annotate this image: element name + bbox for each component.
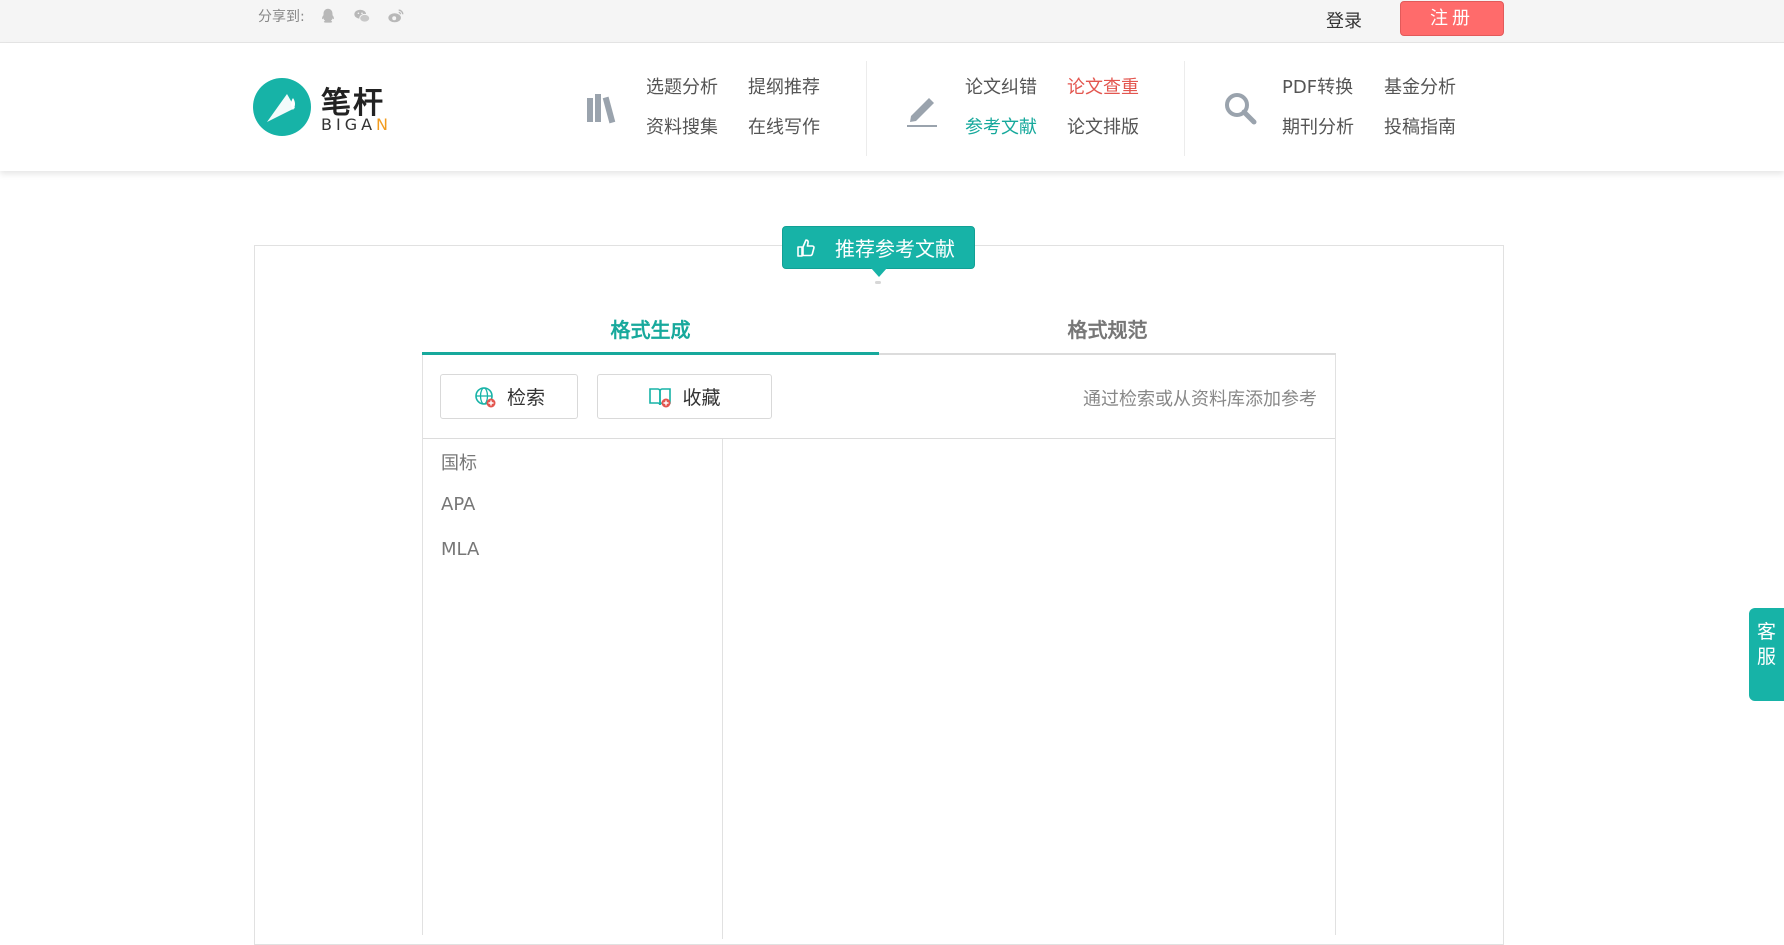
badge-label: 推荐参考文献 <box>835 237 955 261</box>
nav-journal-analysis[interactable]: 期刊分析 <box>1282 113 1384 139</box>
nav-topic-analysis[interactable]: 选题分析 <box>646 73 748 99</box>
format-item-mla[interactable]: MLA <box>441 539 479 560</box>
share-label: 分享到: <box>258 9 305 25</box>
toolbar-hint: 通过检索或从资料库添加参考 <box>1083 389 1317 410</box>
nav-paper-format[interactable]: 论文排版 <box>1067 113 1167 139</box>
nav-material-collect[interactable]: 资料搜集 <box>646 113 748 139</box>
nav-fund-analysis[interactable]: 基金分析 <box>1384 73 1484 99</box>
recommend-references-badge[interactable]: 推荐参考文献 <box>782 226 975 277</box>
main-header: 笔杆 BIGAN 选题分析 提纲推荐 资料搜集 在线写作 论文纠错 论文查重 参… <box>0 43 1784 171</box>
login-link[interactable]: 登录 <box>1326 7 1362 33</box>
wechat-icon[interactable] <box>353 7 371 25</box>
nav-plagiarism-check[interactable]: 论文查重 <box>1067 73 1167 99</box>
top-bar: 分享到: 登录 注册 <box>0 0 1784 43</box>
nav-links-tools: PDF转换 基金分析 期刊分析 投稿指南 <box>1282 73 1482 139</box>
format-tabs: 格式生成 格式规范 <box>422 303 1336 355</box>
badge-pointer-shadow <box>875 281 881 284</box>
logo-mark <box>253 78 311 136</box>
share-bar: 分享到: <box>258 6 421 26</box>
register-button[interactable]: 注册 <box>1400 1 1504 36</box>
nav-links-research: 选题分析 提纲推荐 资料搜集 在线写作 <box>646 73 846 139</box>
reference-toolbar: 检索 收藏 通过检索或从资料库添加参考 <box>423 355 1335 439</box>
books-icon <box>587 94 616 124</box>
tab-format-standard[interactable]: 格式规范 <box>879 303 1336 353</box>
nav-online-writing[interactable]: 在线写作 <box>748 113 848 139</box>
pen-icon <box>907 98 937 127</box>
search-icon <box>1225 93 1257 125</box>
format-item-apa[interactable]: APA <box>441 494 475 515</box>
favorites-button-label: 收藏 <box>682 387 721 409</box>
tab-format-generate[interactable]: 格式生成 <box>422 303 879 355</box>
qq-icon[interactable] <box>319 7 337 25</box>
format-workspace: 检索 收藏 通过检索或从资料库添加参考 国标 APA MLA <box>422 355 1336 939</box>
service-char-1: 客 <box>1756 621 1776 643</box>
weibo-icon[interactable] <box>387 7 405 25</box>
nav-references[interactable]: 参考文献 <box>965 113 1067 139</box>
nav-outline-recommend[interactable]: 提纲推荐 <box>748 73 848 99</box>
nav-pdf-convert[interactable]: PDF转换 <box>1282 73 1384 99</box>
nav-links-writing: 论文纠错 论文查重 参考文献 论文排版 <box>965 73 1165 139</box>
service-char-2: 服 <box>1756 646 1776 668</box>
nav-submission-guide[interactable]: 投稿指南 <box>1384 113 1484 139</box>
bigan-logo[interactable]: 笔杆 BIGAN <box>253 78 393 138</box>
nav-divider <box>1184 61 1185 156</box>
book-add-icon <box>649 387 672 407</box>
search-button-label: 检索 <box>506 387 545 409</box>
thumbs-up-icon <box>797 238 815 257</box>
customer-service-tab[interactable]: 客 服 <box>1749 608 1784 701</box>
format-item-gb[interactable]: 国标 <box>441 449 477 475</box>
search-button[interactable]: 检索 <box>440 374 578 419</box>
nav-divider <box>866 61 867 156</box>
format-list: 国标 APA MLA <box>423 439 723 939</box>
nav-paper-correction[interactable]: 论文纠错 <box>965 73 1067 99</box>
logo-subtitle: BIGAN <box>321 115 393 134</box>
globe-add-icon <box>475 386 496 407</box>
favorites-button[interactable]: 收藏 <box>597 374 772 419</box>
